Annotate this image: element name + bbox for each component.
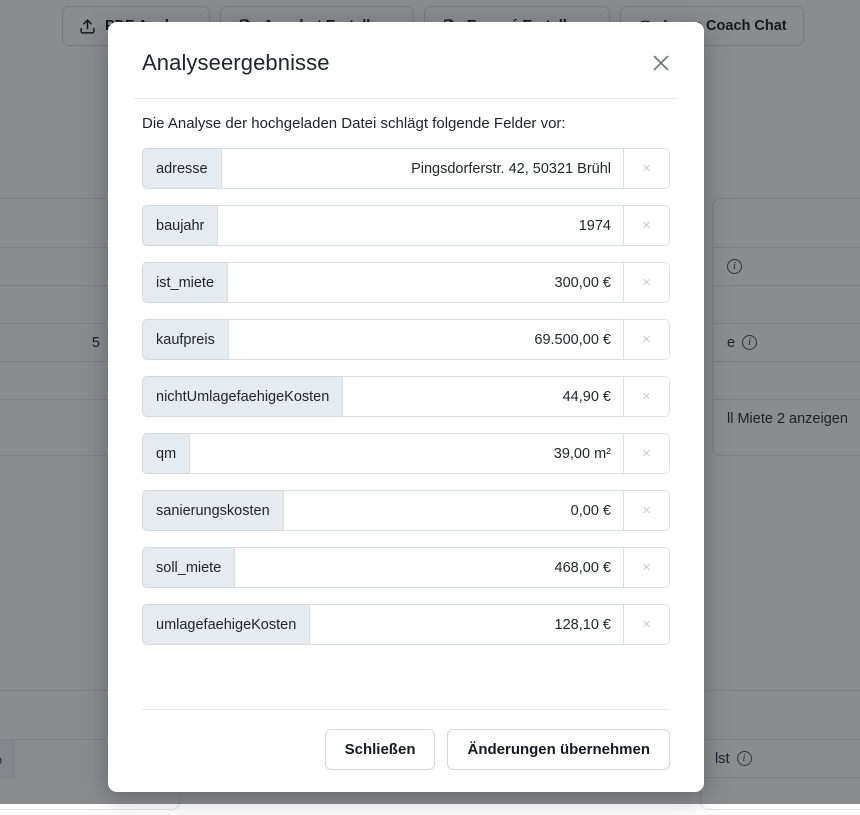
clear-field-button[interactable]: × [624,262,670,303]
field-label: kaufpreis [142,319,228,360]
close-icon [651,53,671,73]
field-row-baujahr: baujahr × [142,205,670,246]
clear-field-button[interactable]: × [624,490,670,531]
field-input-qm[interactable] [189,433,624,474]
close-dialog-button[interactable]: Schließen [324,729,436,770]
field-label: umlagefaehigeKosten [142,604,310,645]
field-row-nicht-umlagefaehige-kosten: nichtUmlagefaehigeKosten × [142,376,670,417]
field-label: nichtUmlagefaehigeKosten [142,376,343,417]
field-input-soll-miete[interactable] [234,547,624,588]
field-label: ist_miete [142,262,228,303]
dialog-footer: Schließen Änderungen übernehmen [142,709,670,792]
field-label: soll_miete [142,547,235,588]
field-row-qm: qm × [142,433,670,474]
clear-field-button[interactable]: × [624,604,670,645]
field-input-adresse[interactable] [220,148,624,189]
page-title: Analyseergebnisse [142,50,330,75]
field-label: sanierungskosten [142,490,283,531]
clear-field-button[interactable]: × [624,205,670,246]
field-input-baujahr[interactable] [217,205,624,246]
clear-field-button[interactable]: × [624,148,670,189]
field-label: baujahr [142,205,218,246]
field-input-sanierungskosten[interactable] [282,490,624,531]
field-input-umlagefaehige-kosten[interactable] [309,604,624,645]
field-input-kaufpreis[interactable] [227,319,624,360]
dialog-header: Analyseergebnisse [108,22,704,98]
close-button[interactable] [644,46,678,80]
field-row-soll-miete: soll_miete × [142,547,670,588]
suggested-fields-list: adresse × baujahr × ist_miete × kaufprei… [134,148,678,645]
field-label: adresse [142,148,221,189]
field-row-adresse: adresse × [142,148,670,189]
field-row-ist-miete: ist_miete × [142,262,670,303]
field-row-sanierungskosten: sanierungskosten × [142,490,670,531]
field-input-nicht-umlagefaehige-kosten[interactable] [342,376,624,417]
apply-changes-button[interactable]: Änderungen übernehmen [447,729,670,770]
analysis-results-dialog: Analyseergebnisse Die Analyse der hochge… [108,22,704,792]
field-label: qm [142,433,190,474]
dialog-description: Die Analyse der hochgeladen Datei schläg… [134,98,678,148]
field-input-ist-miete[interactable] [227,262,624,303]
clear-field-button[interactable]: × [624,547,670,588]
field-row-kaufpreis: kaufpreis × [142,319,670,360]
clear-field-button[interactable]: × [624,376,670,417]
dialog-body: Die Analyse der hochgeladen Datei schläg… [108,98,704,709]
clear-field-button[interactable]: × [624,319,670,360]
field-row-umlagefaehige-kosten: umlagefaehigeKosten × [142,604,670,645]
clear-field-button[interactable]: × [624,433,670,474]
